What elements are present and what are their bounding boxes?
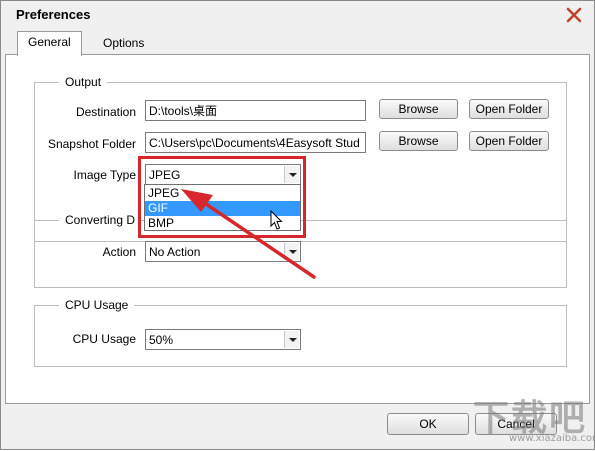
snapshot-folder-label: Snapshot Folder xyxy=(47,137,136,151)
image-type-dropdown: JPEG GIF BMP xyxy=(144,184,301,231)
snapshot-folder-field[interactable] xyxy=(145,132,366,153)
ok-button[interactable]: OK xyxy=(387,413,469,435)
image-type-select[interactable]: JPEG xyxy=(145,164,301,185)
destination-browse-button[interactable]: Browse xyxy=(379,99,458,119)
image-type-option-bmp[interactable]: BMP xyxy=(145,216,300,231)
cpu-usage-label: CPU Usage xyxy=(72,332,136,346)
snapshot-open-folder-button[interactable]: Open Folder xyxy=(469,131,549,151)
cpu-usage-value: 50% xyxy=(149,333,174,347)
destination-field[interactable] xyxy=(145,100,366,121)
image-type-option-gif[interactable]: GIF xyxy=(145,201,300,216)
preferences-dialog: Preferences General Options Output Desti… xyxy=(0,0,595,450)
chevron-down-icon[interactable] xyxy=(284,166,299,183)
action-select[interactable]: No Action xyxy=(145,241,301,262)
dialog-title: Preferences xyxy=(16,7,91,22)
chevron-down-icon[interactable] xyxy=(284,243,299,260)
cpu-usage-group-label: CPU Usage xyxy=(59,297,135,313)
destination-label: Destination xyxy=(75,105,136,119)
image-type-value: JPEG xyxy=(149,168,181,182)
converting-group-label: Converting D xyxy=(59,212,142,228)
tab-options[interactable]: Options xyxy=(93,33,154,55)
close-icon[interactable] xyxy=(564,6,584,24)
title-bar: Preferences xyxy=(1,1,594,30)
action-value: No Action xyxy=(149,245,201,259)
chevron-down-icon[interactable] xyxy=(284,331,299,348)
action-label: Action xyxy=(102,245,136,259)
destination-open-folder-button[interactable]: Open Folder xyxy=(469,99,549,119)
tab-strip: General Options xyxy=(5,30,590,56)
image-type-option-jpeg[interactable]: JPEG xyxy=(145,186,300,201)
image-type-label: Image Type xyxy=(73,168,136,182)
tab-general[interactable]: General xyxy=(17,31,82,56)
snapshot-browse-button[interactable]: Browse xyxy=(379,131,458,151)
output-group-label: Output xyxy=(59,74,108,90)
cpu-usage-select[interactable]: 50% xyxy=(145,329,301,350)
cancel-button[interactable]: Cancel xyxy=(475,413,557,435)
